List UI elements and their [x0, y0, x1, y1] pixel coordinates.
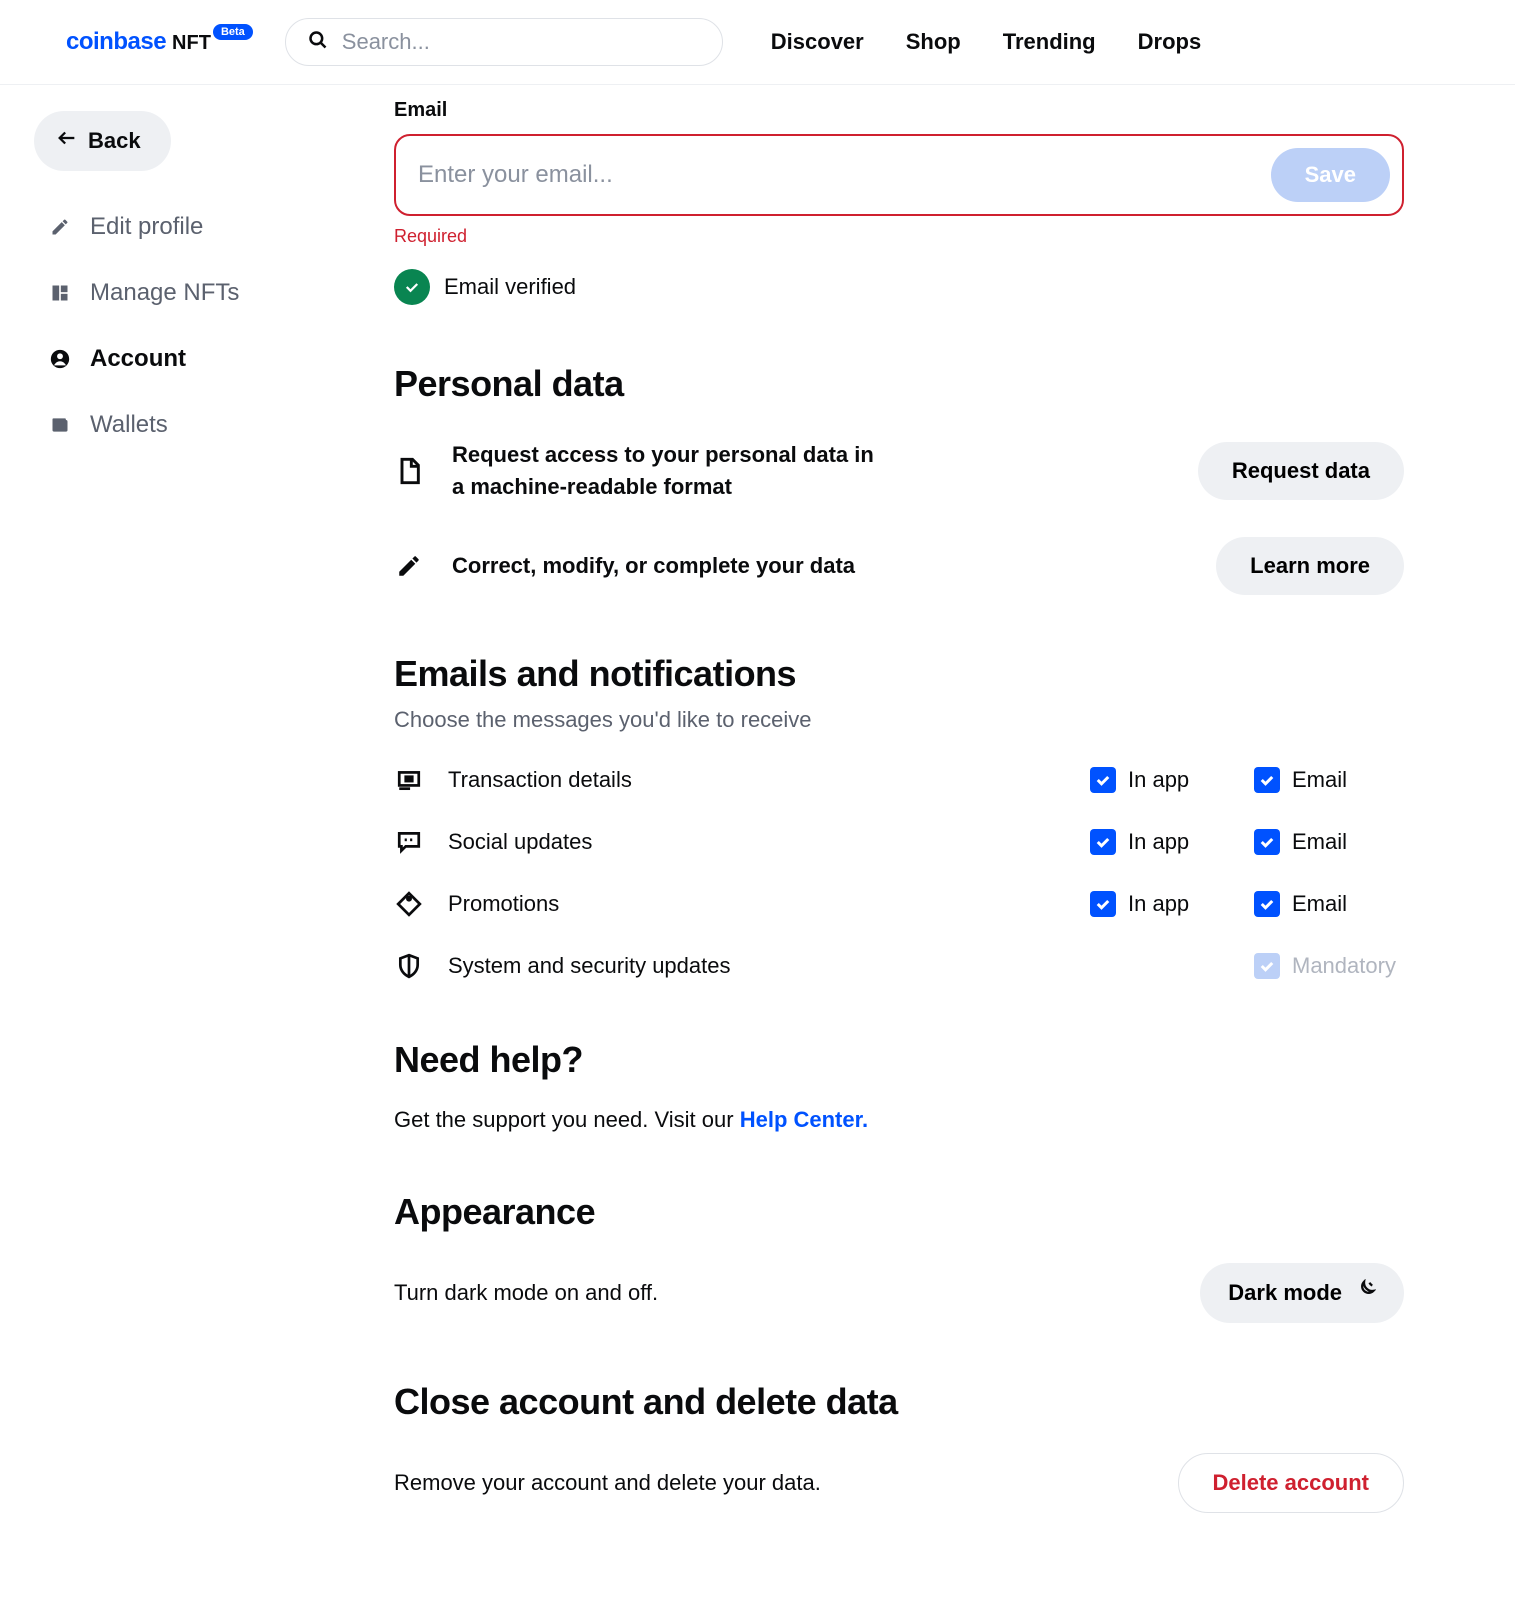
dark-mode-button[interactable]: Dark mode [1200, 1263, 1404, 1323]
pencil-icon [394, 551, 424, 581]
search-icon [308, 30, 328, 55]
checkbox-email[interactable] [1254, 767, 1280, 793]
email-label: Email [394, 99, 1404, 122]
appearance-row: Turn dark mode on and off. Dark mode [394, 1263, 1404, 1323]
sidebar-item-wallets[interactable]: Wallets [48, 411, 394, 439]
personal-data-heading: Personal data [394, 363, 1404, 405]
document-icon [394, 456, 424, 486]
logo[interactable]: coinbase NFT Beta [66, 28, 257, 56]
notif-row-promotions: Promotions In app Email [394, 889, 1404, 919]
notif-label: Transaction details [448, 767, 632, 793]
chat-icon [394, 827, 424, 857]
nav-links: Discover Shop Trending Drops [771, 29, 1201, 55]
checkbox-inapp-label: In app [1128, 891, 1189, 917]
checkbox-mandatory-label: Mandatory [1292, 953, 1396, 979]
wallet-icon [48, 413, 72, 437]
sidebar-item-edit-profile[interactable]: Edit profile [48, 213, 394, 241]
help-center-link[interactable]: Help Center. [740, 1107, 868, 1132]
logo-coinbase: coinbase [66, 28, 166, 56]
appearance-text: Turn dark mode on and off. [394, 1280, 658, 1306]
receipt-icon [394, 765, 424, 795]
checkbox-inapp[interactable] [1090, 891, 1116, 917]
tag-icon [394, 889, 424, 919]
appearance-heading: Appearance [394, 1191, 1404, 1233]
request-data-row: Request access to your personal data in … [394, 439, 1404, 503]
close-account-row: Remove your account and delete your data… [394, 1453, 1404, 1573]
delete-account-button[interactable]: Delete account [1178, 1453, 1405, 1513]
search-box[interactable] [285, 18, 723, 66]
notif-label: Promotions [448, 891, 559, 917]
email-verified-row: Email verified [394, 269, 1404, 305]
modify-data-text: Correct, modify, or complete your data [452, 550, 855, 582]
sidebar-item-label: Wallets [90, 411, 168, 439]
checkbox-inapp[interactable] [1090, 829, 1116, 855]
sidebar-item-account[interactable]: Account [48, 345, 394, 373]
checkbox-email-label: Email [1292, 829, 1347, 855]
main-content: Email Save Required Email verified Perso… [394, 85, 1404, 1573]
email-error: Required [394, 226, 1404, 247]
email-field-row: Save [394, 134, 1404, 216]
checkbox-email-label: Email [1292, 891, 1347, 917]
sidebar-item-label: Manage NFTs [90, 279, 239, 307]
save-button[interactable]: Save [1271, 148, 1390, 202]
logo-nft: NFT [172, 32, 211, 55]
email-verified-label: Email verified [444, 274, 576, 300]
moon-icon [1354, 1279, 1376, 1307]
notif-label: System and security updates [448, 953, 730, 979]
nav-drops[interactable]: Drops [1138, 29, 1202, 55]
sidebar-item-label: Account [90, 345, 186, 373]
notif-row-social: Social updates In app Email [394, 827, 1404, 857]
modify-data-row: Correct, modify, or complete your data L… [394, 537, 1404, 595]
nav-trending[interactable]: Trending [1003, 29, 1096, 55]
grid-icon [48, 281, 72, 305]
checkbox-inapp-label: In app [1128, 829, 1189, 855]
dark-mode-label: Dark mode [1228, 1280, 1342, 1306]
search-input[interactable] [342, 29, 700, 55]
check-circle-icon [394, 269, 430, 305]
close-account-heading: Close account and delete data [394, 1381, 1404, 1423]
back-label: Back [88, 128, 141, 154]
header: coinbase NFT Beta Discover Shop Trending… [0, 0, 1515, 85]
notifications-sub: Choose the messages you'd like to receiv… [394, 707, 1404, 733]
checkbox-inapp-label: In app [1128, 767, 1189, 793]
sidebar-item-label: Edit profile [90, 213, 203, 241]
beta-badge: Beta [213, 24, 253, 40]
nav-discover[interactable]: Discover [771, 29, 864, 55]
notifications-heading: Emails and notifications [394, 653, 1404, 695]
checkbox-inapp[interactable] [1090, 767, 1116, 793]
help-text-row: Get the support you need. Visit our Help… [394, 1107, 1404, 1133]
help-heading: Need help? [394, 1039, 1404, 1081]
arrow-left-icon [56, 127, 78, 155]
request-data-text: Request access to your personal data in … [452, 439, 892, 503]
help-text: Get the support you need. Visit our [394, 1107, 740, 1132]
learn-more-button[interactable]: Learn more [1216, 537, 1404, 595]
back-button[interactable]: Back [34, 111, 171, 171]
notif-row-system: System and security updates Mandatory [394, 951, 1404, 981]
shield-icon [394, 951, 424, 981]
checkbox-email[interactable] [1254, 829, 1280, 855]
pencil-icon [48, 215, 72, 239]
checkbox-email[interactable] [1254, 891, 1280, 917]
notif-label: Social updates [448, 829, 592, 855]
close-account-text: Remove your account and delete your data… [394, 1470, 821, 1496]
sidebar-item-manage-nfts[interactable]: Manage NFTs [48, 279, 394, 307]
notif-row-transaction: Transaction details In app Email [394, 765, 1404, 795]
checkbox-email-label: Email [1292, 767, 1347, 793]
email-input[interactable] [418, 161, 1271, 189]
checkbox-mandatory [1254, 953, 1280, 979]
sidebar: Back Edit profile Manage NFTs Account [34, 85, 394, 1573]
user-icon [48, 347, 72, 371]
nav-shop[interactable]: Shop [906, 29, 961, 55]
request-data-button[interactable]: Request data [1198, 442, 1404, 500]
